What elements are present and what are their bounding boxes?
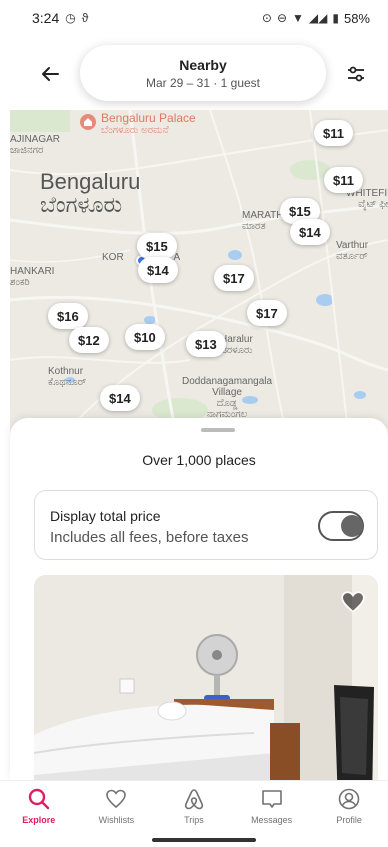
battery-icon: ▮ <box>332 11 339 25</box>
status-right: ⊙ ⊖ ▼ ◢◢ ▮ 58% <box>262 11 370 26</box>
total-price-title: Display total price <box>50 508 161 524</box>
price-pin[interactable]: $12 <box>69 327 109 353</box>
price-pin[interactable]: $15 <box>137 233 177 259</box>
system-nav-handle[interactable] <box>152 838 256 842</box>
total-price-toggle[interactable] <box>318 511 364 541</box>
price-pin[interactable]: $11 <box>324 167 363 193</box>
map-label-text: ಶಂಕರಿ <box>10 277 30 288</box>
wishlist-heart-button[interactable] <box>340 589 366 615</box>
notification-icon: ϑ <box>81 11 89 25</box>
back-button[interactable] <box>38 62 62 86</box>
map-label-text: KOR <box>102 252 124 263</box>
status-time: 3:24 <box>32 10 60 26</box>
screen: 3:24 ◷ ϑ ⊙ ⊖ ▼ ◢◢ ▮ 58% Nearby Mar 29 – … <box>0 0 388 847</box>
map-label-text: Varthur <box>336 240 369 251</box>
filter-icon <box>348 66 364 82</box>
battery-level: 58% <box>343 10 370 26</box>
price-pin[interactable]: $16 <box>48 303 88 329</box>
listings-sheet[interactable]: Over 1,000 places Display total price In… <box>10 418 388 780</box>
bottom-tab-bar: Explore Wishlists Trips Messages Profile <box>0 780 388 830</box>
map-label-kora: KOR <box>102 252 124 263</box>
palace-label: Bengaluru Palace ಬೆಂಗಳೂರು ಅರಮನೆ <box>101 111 196 137</box>
tab-trips[interactable]: Trips <box>155 781 233 830</box>
map-label-text: ವರ್ತೂರ್ <box>336 251 368 262</box>
status-bar: 3:24 ◷ ϑ ⊙ ⊖ ▼ ◢◢ ▮ 58% <box>0 0 388 36</box>
map-label-text: Kothnur <box>48 366 84 377</box>
sheet-drag-handle[interactable] <box>201 428 235 432</box>
heart-icon <box>341 591 365 613</box>
map-label-text: MARATH <box>242 210 284 221</box>
tab-label: Profile <box>336 815 362 825</box>
arrow-left-icon <box>42 67 59 81</box>
price-pin[interactable]: $10 <box>125 324 165 350</box>
map-label-text: ಜಾಜಿನಗರ <box>10 145 44 156</box>
city-name: Bengaluru <box>40 169 141 194</box>
map-label-text: Village <box>212 387 242 398</box>
price-pin[interactable]: $14 <box>138 257 178 283</box>
map-label-kothnur: Kothnur ಕೊಥನೂರ್ <box>48 366 86 388</box>
price-pin[interactable]: $11 <box>314 120 353 146</box>
search-title: Nearby <box>179 56 227 73</box>
tab-wishlists[interactable]: Wishlists <box>78 781 156 830</box>
map-label-doddanagamangala: Doddanagamangala Village ದೊಡ್ಡ ನಾಗಮಂಗಲ <box>182 376 272 420</box>
landmark-icon <box>80 114 96 130</box>
tab-label: Trips <box>184 815 204 825</box>
price-pin[interactable]: $14 <box>290 219 330 245</box>
price-pin[interactable]: $13 <box>186 331 226 357</box>
listing-photo <box>34 575 378 780</box>
signal-icon: ◢◢ <box>308 11 328 25</box>
search-header: Nearby Mar 29 – 31 · 1 guest <box>0 36 388 110</box>
map-label-city: Bengaluru ಬೆಂಗಳೂರು <box>40 170 140 216</box>
profile-icon <box>338 788 360 810</box>
sync-icon: ◷ <box>65 11 76 25</box>
dnd-icon: ⊖ <box>276 11 287 25</box>
map-label-text: ವೈಟ್ ಫೀಲ್ಡ್ <box>358 199 388 210</box>
map-label-text: Doddanagamangala <box>182 376 273 387</box>
tab-explore[interactable]: Explore <box>0 781 78 830</box>
map-label-text: ಕೊಥನೂರ್ <box>48 377 87 388</box>
palace-name-local: ಬೆಂಗಳೂರು ಅರಮನೆ <box>101 125 169 137</box>
price-pin[interactable]: $17 <box>247 300 287 326</box>
palace-name: Bengaluru Palace <box>101 111 196 125</box>
search-icon <box>28 788 49 810</box>
map-label-varthur: Varthur ವರ್ತೂರ್ <box>336 240 368 262</box>
map-label-text: HANKARI <box>10 266 55 277</box>
location-icon: ⊙ <box>261 11 272 25</box>
map-label-text: AJINAGAR <box>10 134 61 145</box>
search-subtitle: Mar 29 – 31 · 1 guest <box>145 75 261 90</box>
heart-icon <box>106 789 127 809</box>
total-price-subtitle: Includes all fees, before taxes <box>50 529 249 546</box>
map-label-text: ದೊಡ್ಡ <box>216 398 238 409</box>
message-icon <box>261 790 282 808</box>
tab-label: Wishlists <box>98 815 135 825</box>
places-count: Over 1,000 places <box>142 452 256 468</box>
map-label-text: ಮಾರತ <box>242 221 266 232</box>
map-label-hankari: HANKARI ಶಂಕರಿ <box>10 266 54 288</box>
wifi-icon: ▼ <box>292 11 304 25</box>
map-view[interactable]: Bengaluru Palace ಬೆಂಗಳೂರು ಅರಮನೆ AJINAGAR… <box>10 110 388 450</box>
tab-label: Messages <box>251 815 293 825</box>
airbnb-icon <box>184 789 204 810</box>
map-label-marath: MARATH ಮಾರತ <box>242 210 283 232</box>
price-pin[interactable]: $14 <box>100 385 140 411</box>
toggle-knob <box>341 515 363 537</box>
tab-label: Explore <box>22 815 56 825</box>
map-poi-palace[interactable]: Bengaluru Palace ಬೆಂಗಳೂರು ಅರಮನೆ <box>80 111 196 137</box>
filter-button[interactable] <box>344 62 368 86</box>
status-left: 3:24 ◷ ϑ <box>32 10 88 26</box>
total-price-card: Display total price Includes all fees, b… <box>34 490 378 560</box>
tab-profile[interactable]: Profile <box>310 781 388 830</box>
listing-card[interactable] <box>34 575 378 780</box>
tab-messages[interactable]: Messages <box>233 781 311 830</box>
price-pin[interactable]: $17 <box>214 265 254 291</box>
map-label-rajinagar: AJINAGAR ಜಾಜಿನಗರ <box>10 134 60 156</box>
city-name-local: ಬೆಂಗಳೂರು <box>40 192 123 218</box>
search-pill[interactable]: Nearby Mar 29 – 31 · 1 guest <box>80 45 326 101</box>
